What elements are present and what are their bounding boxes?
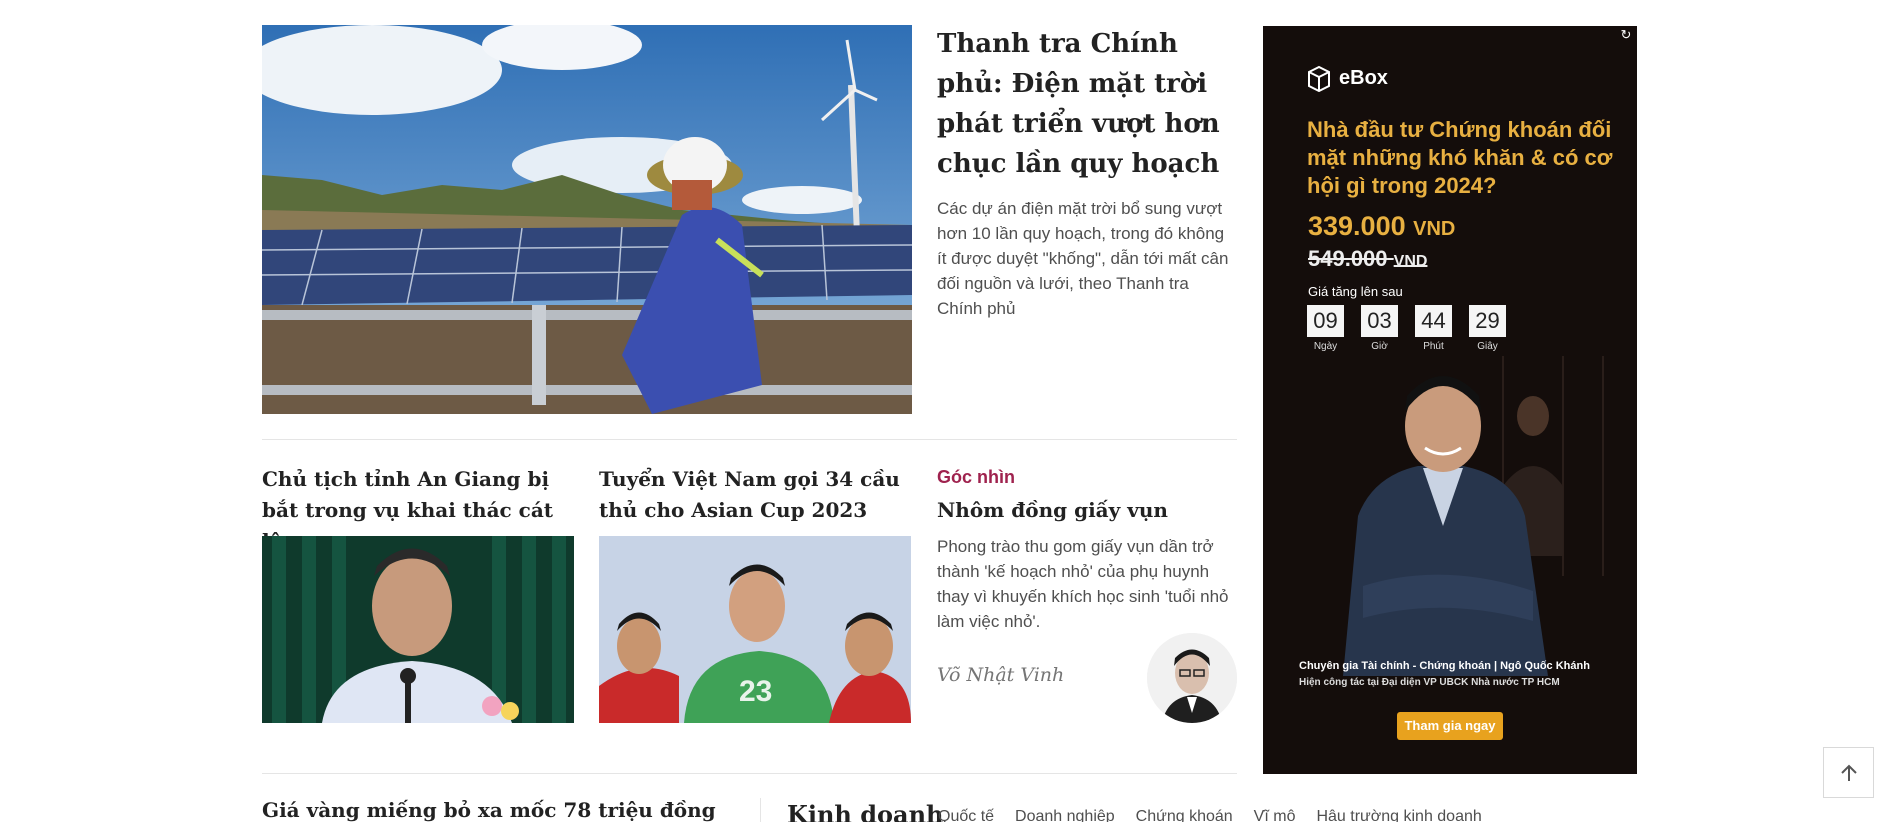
featured-title[interactable]: Thanh tra Chính phủ: Điện mặt trời phát … [937, 24, 1237, 184]
ad-brand-name: eBox [1339, 66, 1388, 89]
countdown-value: 03 [1361, 305, 1398, 337]
opinion-category-link[interactable]: Góc nhìn [937, 467, 1015, 488]
ad-old-price-currency: VND [1393, 253, 1428, 270]
ad-rise-label: Giá tăng lên sau [1308, 284, 1403, 299]
countdown-label: Giờ [1371, 341, 1388, 352]
author-avatar[interactable] [1147, 633, 1237, 723]
opinion-title[interactable]: Nhôm đồng giấy vụn [937, 495, 1168, 525]
arrow-up-icon [1840, 764, 1857, 781]
countdown-label: Giây [1477, 341, 1498, 352]
countdown-value: 29 [1469, 305, 1506, 337]
ad-brand-logo: eBox [1305, 64, 1388, 92]
ad-headline: Nhà đầu tư Chứng khoán đối mặt những khó… [1307, 117, 1613, 198]
ad-price: 339.000 VND [1308, 211, 1455, 242]
section-link-hau-truong[interactable]: Hậu trường kinh doanh [1316, 808, 1481, 822]
countdown-seconds: 29 Giây [1469, 305, 1506, 352]
section-link-chung-khoan[interactable]: Chứng khoán [1136, 808, 1233, 822]
ad-speaker-subcaption: Hiện công tác tại Đại diện VP UBCK Nhà n… [1299, 677, 1560, 688]
ad-speaker-caption: Chuyên gia Tài chính - Chứng khoán | Ngô… [1299, 660, 1590, 672]
ad-old-price-value: 549.000 [1308, 246, 1388, 271]
countdown-label: Ngày [1313, 341, 1338, 352]
section-subnav: Quốc tế Doanh nghiệp Chứng khoán Vĩ mô H… [938, 808, 1482, 822]
section-link-doanh-nghiep[interactable]: Doanh nghiệp [1015, 808, 1115, 822]
ad-old-price: 549.000 VND [1308, 246, 1427, 272]
section-title-kinh-doanh[interactable]: Kinh doanh [787, 800, 943, 822]
countdown-value: 09 [1307, 305, 1344, 337]
back-to-top-button[interactable] [1823, 747, 1874, 798]
countdown-days: 09 Ngày [1307, 305, 1344, 352]
opinion-description[interactable]: Phong trào thu gom giấy vụn dần trở thàn… [937, 534, 1237, 634]
refresh-icon[interactable]: ↻ [1618, 27, 1634, 43]
ad-price-currency: VND [1413, 218, 1456, 240]
countdown-label: Phút [1423, 341, 1444, 352]
ad-cta-button[interactable]: Tham gia ngay [1397, 712, 1503, 740]
box-icon [1308, 65, 1330, 92]
svg-text:23: 23 [739, 675, 772, 708]
countdown-hours: 03 Giờ [1361, 305, 1398, 352]
featured-description[interactable]: Các dự án điện mặt trời bổ sung vượt hơn… [937, 196, 1237, 321]
countdown-minutes: 44 Phút [1415, 305, 1452, 352]
sub-article-image-2[interactable]: 23 [599, 536, 911, 723]
advertisement-banner[interactable]: ↻ eBox Nhà đầu tư Chứng khoán đối mặt nh… [1263, 26, 1637, 774]
sub-article-image-1[interactable] [262, 536, 574, 723]
ad-price-value: 339.000 [1308, 211, 1406, 241]
column-divider [760, 798, 761, 822]
divider [262, 773, 1237, 774]
ad-speaker-photo [1263, 356, 1637, 676]
section-link-quoc-te[interactable]: Quốc tế [938, 808, 994, 822]
sub-article-title-2[interactable]: Tuyển Việt Nam gọi 34 cầu thủ cho Asian … [599, 464, 911, 526]
divider [262, 439, 1237, 440]
featured-image[interactable] [262, 25, 912, 414]
section-link-vi-mo[interactable]: Vĩ mô [1254, 808, 1296, 822]
opinion-author[interactable]: Võ Nhật Vinh [937, 664, 1064, 686]
countdown-value: 44 [1415, 305, 1452, 337]
bottom-article-title[interactable]: Giá vàng miếng bỏ xa mốc 78 triệu đồng [262, 798, 716, 822]
ad-countdown: 09 Ngày 03 Giờ 44 Phút 29 Giây [1307, 305, 1506, 352]
